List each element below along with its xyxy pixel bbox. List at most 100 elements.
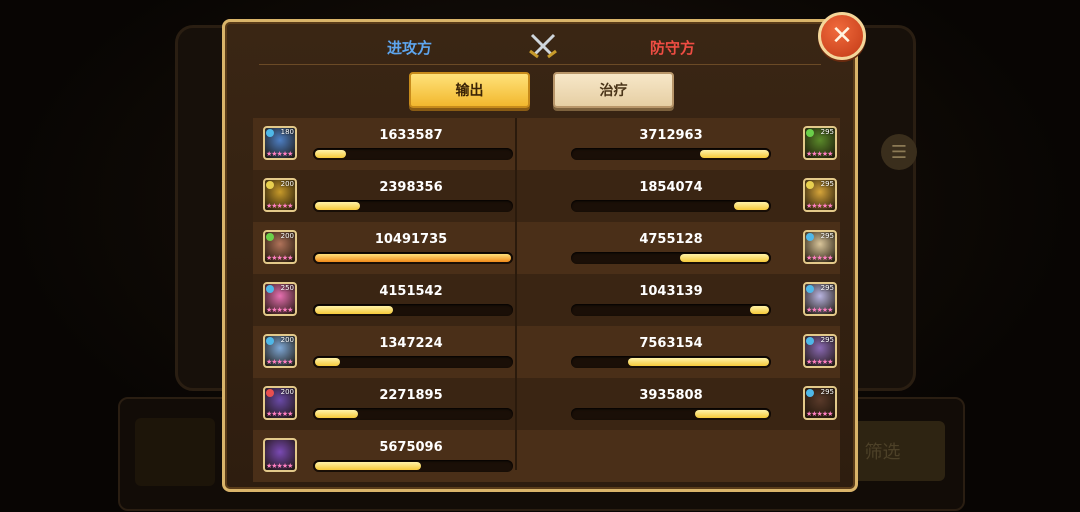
defender-damage-value: 1854074: [639, 180, 703, 195]
defender-damage-value: 7563154: [639, 336, 703, 351]
hero-portrait[interactable]: 295 ★★★★★: [803, 334, 837, 368]
hero-level: 295: [820, 128, 834, 136]
hero-level: 200: [280, 180, 294, 188]
star-rating-icon: ★★★★★: [806, 410, 833, 418]
attacker-label: 进攻方: [387, 39, 433, 57]
damage-bar-fill: [750, 306, 769, 314]
defender-damage-value: 4755128: [639, 232, 703, 247]
damage-bar-fill: [695, 410, 769, 418]
damage-bar-fill: [700, 150, 769, 158]
star-rating-icon: ★★★★★: [266, 462, 293, 470]
damage-bar-track: [313, 200, 513, 212]
hero-level: 180: [280, 128, 294, 136]
hero-portrait[interactable]: 295 ★★★★★: [803, 178, 837, 212]
element-icon: [806, 129, 814, 137]
hero-level: 295: [820, 336, 834, 344]
damage-bar-track: [313, 304, 513, 316]
attacker-entry: 200 ★★★★★ 1347224: [259, 326, 539, 378]
defender-damage-value: 1043139: [639, 284, 703, 299]
damage-bar-track: [571, 304, 771, 316]
defender-damage-value: 3935808: [639, 388, 703, 403]
column-divider: [515, 118, 517, 470]
close-button[interactable]: ✕: [818, 12, 866, 60]
hero-level: 200: [280, 388, 294, 396]
background-slot: [135, 418, 215, 486]
hero-portrait[interactable]: 200 ★★★★★: [263, 334, 297, 368]
element-icon: [266, 181, 274, 189]
damage-bar-track: [313, 252, 513, 264]
defender-entry: 295 ★★★★★ 4755128: [555, 222, 837, 274]
hero-portrait[interactable]: 250 ★★★★★: [263, 282, 297, 316]
table-row: 250 ★★★★★ 4151542 295 ★★★★★ 1043139: [253, 274, 840, 326]
battle-stats-dialog: 进攻方 防守方 输出 治疗 180 ★★★★★ 1633587 295 ★★★★★ 371…: [222, 19, 858, 492]
star-rating-icon: ★★★★★: [266, 150, 293, 158]
defender-damage-value: 3712963: [639, 128, 703, 143]
hero-portrait[interactable]: ★★★★★: [263, 438, 297, 472]
hero-portrait[interactable]: 295 ★★★★★: [803, 230, 837, 264]
damage-bar-track: [571, 356, 771, 368]
hero-portrait[interactable]: 200 ★★★★★: [263, 178, 297, 212]
attacker-damage-value: 2271895: [379, 388, 443, 403]
element-icon: [806, 233, 814, 241]
damage-bar-fill: [315, 462, 421, 470]
hero-portrait[interactable]: 295 ★★★★★: [803, 282, 837, 316]
defender-entry: 295 ★★★★★ 3935808: [555, 378, 837, 430]
star-rating-icon: ★★★★★: [266, 410, 293, 418]
damage-bar-track: [571, 252, 771, 264]
damage-bar-track: [571, 200, 771, 212]
defender-label: 防守方: [650, 39, 696, 57]
star-rating-icon: ★★★★★: [266, 202, 293, 210]
hero-portrait[interactable]: 295 ★★★★★: [803, 126, 837, 160]
damage-bar-fill: [628, 358, 769, 366]
hero-portrait[interactable]: 180 ★★★★★: [263, 126, 297, 160]
damage-bar-track: [313, 460, 513, 472]
hero-portrait[interactable]: 200 ★★★★★: [263, 386, 297, 420]
star-rating-icon: ★★★★★: [806, 202, 833, 210]
damage-bar-fill: [315, 410, 358, 418]
defender-entry: 295 ★★★★★ 7563154: [555, 326, 837, 378]
attacker-entry: 200 ★★★★★ 2271895: [259, 378, 539, 430]
table-row: 200 ★★★★★ 1347224 295 ★★★★★ 7563154: [253, 326, 840, 378]
damage-bar-fill: [315, 150, 346, 158]
star-rating-icon: ★★★★★: [806, 358, 833, 366]
hero-level: 200: [280, 336, 294, 344]
star-rating-icon: ★★★★★: [806, 306, 833, 314]
attacker-entry: 250 ★★★★★ 4151542: [259, 274, 539, 326]
hero-level: 295: [820, 232, 834, 240]
hero-level: 200: [280, 232, 294, 240]
element-icon: [806, 337, 814, 345]
hero-portrait[interactable]: 200 ★★★★★: [263, 230, 297, 264]
attacker-damage-value: 2398356: [379, 180, 443, 195]
element-icon: [806, 285, 814, 293]
hero-level: 295: [820, 388, 834, 396]
list-icon: ☰: [881, 134, 917, 170]
hero-level: 295: [820, 284, 834, 292]
tab-damage-output[interactable]: 输出: [409, 72, 530, 108]
element-icon: [806, 389, 814, 397]
attacker-damage-value: 4151542: [379, 284, 443, 299]
attacker-entry: 200 ★★★★★ 10491735: [259, 222, 539, 274]
element-icon: [806, 181, 814, 189]
attacker-entry: 200 ★★★★★ 2398356: [259, 170, 539, 222]
tab-healing[interactable]: 治疗: [553, 72, 674, 108]
header-divider: [259, 64, 821, 65]
attacker-damage-value: 5675096: [379, 440, 443, 455]
attacker-damage-value: 1347224: [379, 336, 443, 351]
table-row: 200 ★★★★★ 2271895 295 ★★★★★ 3935808: [253, 378, 840, 430]
damage-bar-track: [571, 408, 771, 420]
defender-entry: 295 ★★★★★ 1854074: [555, 170, 837, 222]
hero-portrait[interactable]: 295 ★★★★★: [803, 386, 837, 420]
star-rating-icon: ★★★★★: [806, 150, 833, 158]
damage-bar-track: [313, 356, 513, 368]
hero-level: 250: [280, 284, 294, 292]
star-rating-icon: ★★★★★: [266, 306, 293, 314]
star-rating-icon: ★★★★★: [266, 254, 293, 262]
element-icon: [266, 285, 274, 293]
star-rating-icon: ★★★★★: [266, 358, 293, 366]
attacker-entry: ★★★★★ 5675096: [259, 430, 539, 482]
attacker-entry: 180 ★★★★★ 1633587: [259, 118, 539, 170]
close-icon: ✕: [831, 21, 853, 51]
element-icon: [266, 129, 274, 137]
element-icon: [266, 337, 274, 345]
star-rating-icon: ★★★★★: [806, 254, 833, 262]
